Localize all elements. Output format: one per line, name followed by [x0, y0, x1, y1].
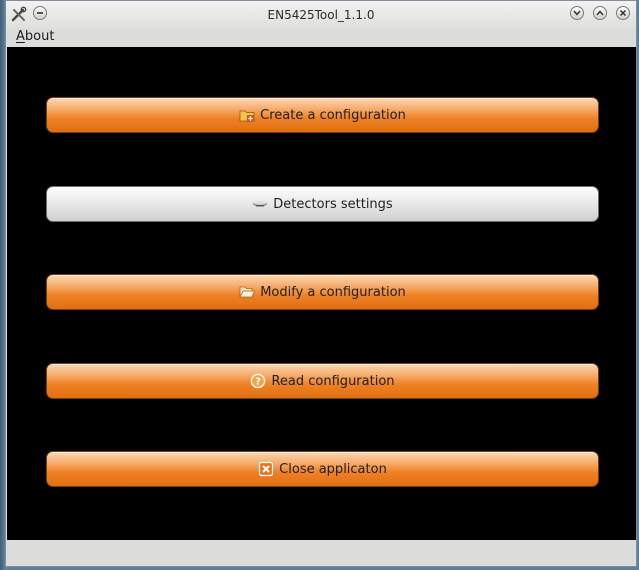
maximize-button[interactable]: [593, 6, 611, 24]
minimize-button[interactable]: [570, 6, 588, 24]
main-panel: Create a configuration Detectors setting…: [7, 47, 636, 540]
folder-new-icon: [239, 107, 255, 123]
close-window-button[interactable]: [616, 6, 634, 24]
create-configuration-label: Create a configuration: [260, 107, 406, 123]
detector-icon: [252, 196, 268, 212]
close-application-label: Close applicaton: [279, 461, 387, 477]
status-bar: [6, 540, 636, 566]
close-x-icon: [258, 461, 274, 477]
menu-bar: About: [6, 29, 636, 47]
title-bar[interactable]: EN5425Tool_1.1.0: [6, 1, 636, 29]
detectors-settings-button[interactable]: Detectors settings: [46, 186, 599, 222]
menu-about-mnemonic: A: [16, 29, 25, 44]
close-application-button[interactable]: Close applicaton: [46, 451, 599, 487]
app-window: EN5425Tool_1.1.0 About Create a configur…: [5, 0, 637, 567]
folder-open-icon: [239, 284, 256, 300]
menu-about[interactable]: About: [16, 29, 54, 45]
chevron-down-icon: [570, 6, 584, 20]
menu-about-label: bout: [24, 29, 55, 44]
question-icon: ?: [250, 373, 266, 389]
window-title: EN5425Tool_1.1.0: [267, 8, 375, 22]
create-configuration-button[interactable]: Create a configuration: [46, 97, 599, 133]
read-configuration-button[interactable]: ? Read configuration: [46, 363, 599, 399]
modify-configuration-label: Modify a configuration: [260, 284, 406, 300]
chevron-up-icon: [593, 6, 607, 20]
modify-configuration-button[interactable]: Modify a configuration: [46, 274, 599, 310]
svg-text:?: ?: [256, 377, 262, 388]
read-configuration-label: Read configuration: [271, 373, 395, 389]
detectors-settings-label: Detectors settings: [273, 196, 393, 212]
close-icon: [616, 6, 630, 20]
